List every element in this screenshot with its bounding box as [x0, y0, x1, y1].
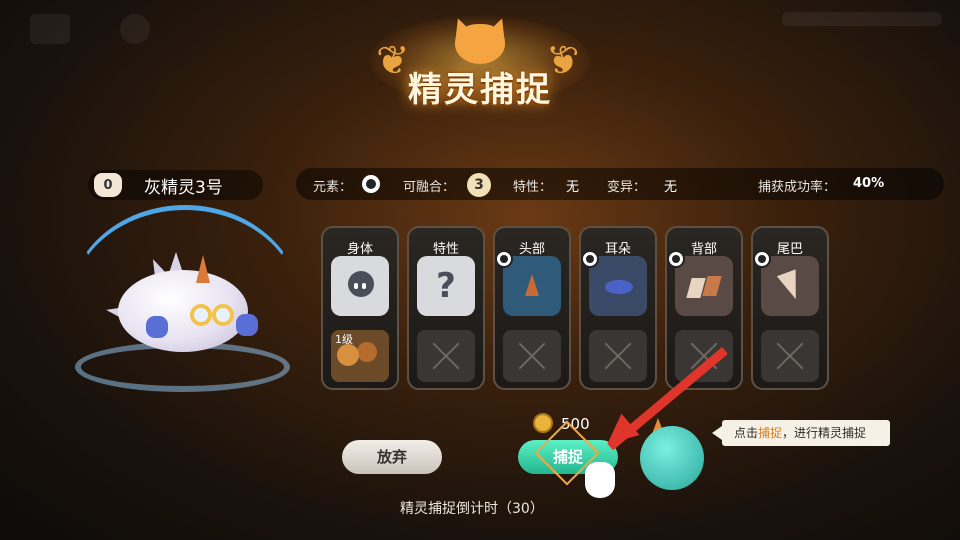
ears-part-icon: [605, 280, 633, 294]
element-label: 元素：: [313, 180, 353, 195]
empty-slot: [503, 330, 561, 382]
part-slot[interactable]: [589, 256, 647, 316]
gene-icon: [337, 344, 359, 366]
part-slot[interactable]: ?: [417, 256, 475, 316]
eye: [362, 283, 366, 289]
mutation-label: 变异：: [607, 180, 647, 195]
part-card-body[interactable]: 身体 1级: [321, 226, 399, 390]
tooltip-suffix: ，进行精灵捕捉: [782, 426, 867, 440]
body-gene-slot[interactable]: 1级: [331, 330, 389, 382]
unknown-icon: ?: [436, 266, 456, 306]
tooltip: 点击捕捉，进行精灵捕捉: [722, 420, 890, 446]
fuse-label: 可融合：: [403, 180, 456, 195]
element-pin-icon: [667, 250, 685, 268]
tooltip-tail: [712, 426, 722, 440]
part-card-ears[interactable]: 耳朵: [579, 226, 657, 390]
tooltip-highlight: 捕捉: [758, 426, 783, 440]
empty-slot: [589, 330, 647, 382]
part-card-trait[interactable]: 特性 ?: [407, 226, 485, 390]
trait-value: 无: [566, 180, 580, 195]
level-badge: 0: [94, 173, 122, 197]
element-icon: [362, 175, 380, 193]
part-card-tail[interactable]: 尾巴: [751, 226, 829, 390]
tooltip-prefix: 点击: [734, 426, 759, 440]
element-pin-icon: [495, 250, 513, 268]
part-slot[interactable]: [331, 256, 389, 316]
page-title: 精灵捕捉: [408, 70, 552, 110]
tail-part-icon: [776, 269, 806, 303]
part-card-head[interactable]: 头部: [493, 226, 571, 390]
element-pin-icon: [753, 250, 771, 268]
body-part-icon: [348, 271, 374, 297]
head-part-icon: [525, 274, 539, 296]
top-right-bar: [782, 12, 942, 26]
capture-rate-label: 捕获成功率：: [758, 180, 837, 195]
creature-horn: [196, 255, 210, 283]
pointing-hand-icon: [585, 462, 615, 498]
coin-icon: [533, 413, 553, 433]
settings-icon[interactable]: [120, 14, 150, 44]
capture-countdown: 精灵捕捉倒计时（30）: [400, 501, 544, 517]
eye: [354, 283, 358, 289]
creature-fin: [236, 314, 258, 336]
mutation-value: 无: [664, 180, 678, 195]
empty-slot: [761, 330, 819, 382]
element-pin-icon: [581, 250, 599, 268]
capture-rate-value: 40%: [853, 176, 885, 191]
cat-emblem-icon: [455, 24, 505, 64]
mascot-icon: [640, 426, 704, 490]
empty-slot: [417, 330, 475, 382]
part-slot[interactable]: [761, 256, 819, 316]
part-label: 身体: [346, 242, 373, 257]
fuse-count: 3: [467, 173, 491, 197]
back-icon[interactable]: [30, 14, 70, 44]
title-banner: ❦ ❦ 精灵捕捉: [370, 15, 590, 110]
part-slot[interactable]: [503, 256, 561, 316]
creature-name: 灰精灵3号: [144, 178, 223, 198]
goggles-icon: [190, 304, 212, 326]
creature-fin: [146, 316, 168, 338]
giveup-button[interactable]: 放弃: [342, 440, 442, 474]
gene-icon: [357, 342, 377, 362]
trait-label: 特性：: [513, 180, 553, 195]
goggles-icon: [212, 304, 234, 326]
part-slot[interactable]: [675, 256, 733, 316]
part-label: 特性: [432, 242, 459, 257]
